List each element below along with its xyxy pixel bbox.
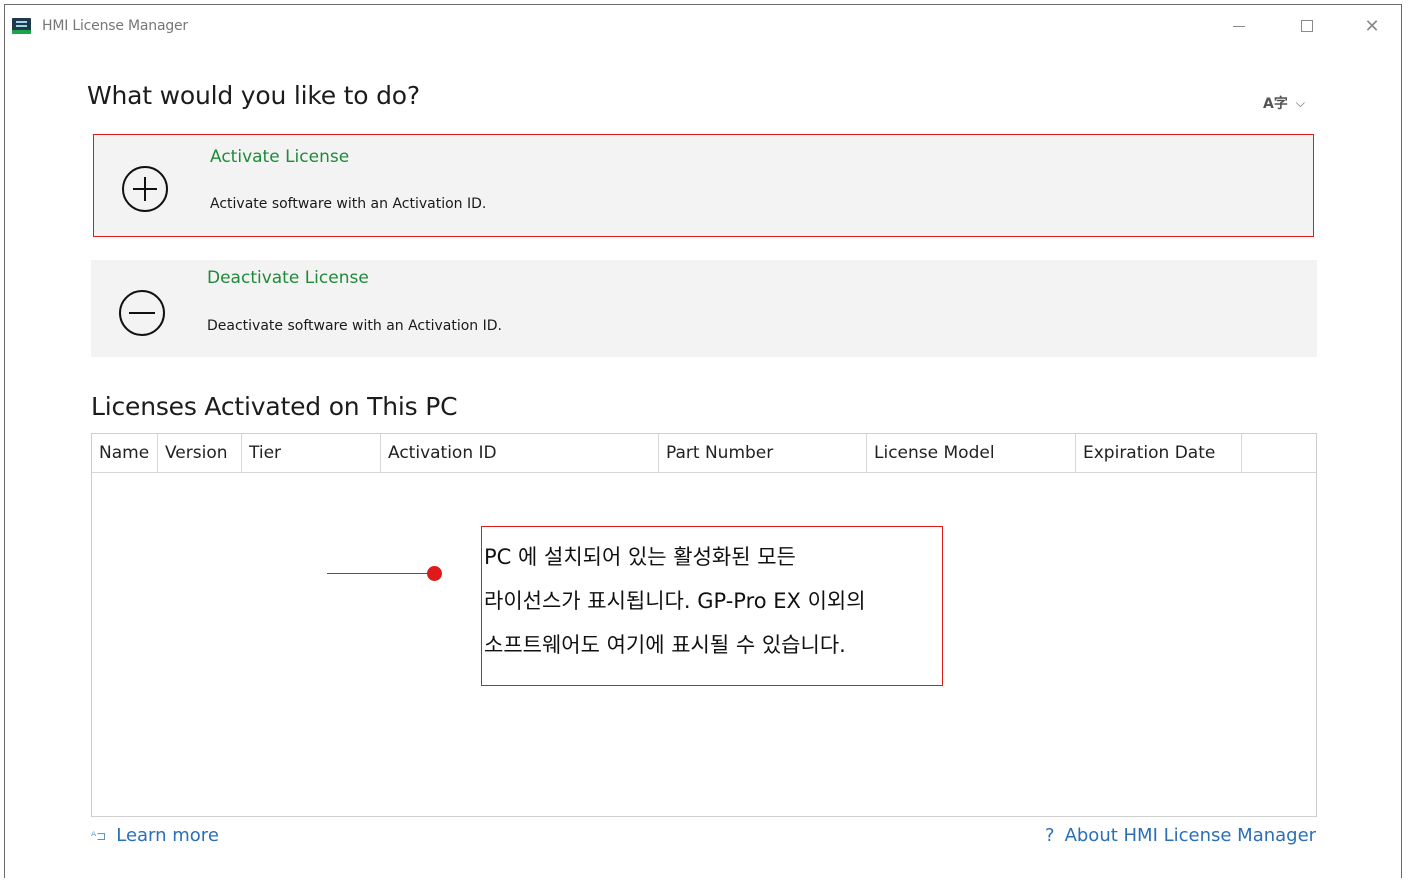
maximize-icon: [1301, 20, 1313, 32]
close-button[interactable]: ✕: [1357, 13, 1387, 39]
column-header-activation-id[interactable]: Activation ID: [381, 434, 659, 472]
deactivate-license-title: Deactivate License: [207, 268, 369, 288]
app-window: HMI License Manager ✕ What would you lik…: [4, 4, 1402, 878]
learn-more-link[interactable]: ᴬ⊐ Learn more: [91, 825, 219, 846]
deactivate-license-button[interactable]: Deactivate License Deactivate software w…: [91, 260, 1317, 357]
close-icon: ✕: [1364, 15, 1380, 37]
page-title: What would you like to do?: [87, 81, 420, 110]
column-header-filler: [1242, 434, 1316, 472]
deactivate-license-description: Deactivate software with an Activation I…: [207, 318, 502, 334]
minimize-icon: [1233, 25, 1245, 27]
minus-circle-icon: [119, 290, 165, 336]
chevron-down-icon: ⌵: [1295, 95, 1305, 110]
activate-license-description: Activate software with an Activation ID.: [210, 196, 487, 212]
learn-more-icon: ᴬ⊐: [91, 828, 107, 843]
column-header-part-number[interactable]: Part Number: [659, 434, 867, 472]
column-header-license-model[interactable]: License Model: [867, 434, 1076, 472]
about-link[interactable]: ? About HMI License Manager: [1045, 825, 1316, 846]
about-label: About HMI License Manager: [1064, 825, 1317, 846]
column-header-expiration-date[interactable]: Expiration Date: [1076, 434, 1242, 472]
language-icon: A字: [1263, 96, 1288, 112]
annotation-line: 소프트웨어도 여기에 표시될 수 있습니다.: [484, 633, 846, 657]
minimize-button[interactable]: [1224, 13, 1254, 39]
column-header-version[interactable]: Version: [158, 434, 242, 472]
callout-pointer-dot: [427, 566, 442, 581]
table-header: Name Version Tier Activation ID Part Num…: [92, 434, 1316, 473]
learn-more-label: Learn more: [116, 825, 219, 846]
language-selector[interactable]: A字 ⌵: [1263, 93, 1305, 113]
window-title: HMI License Manager: [42, 18, 188, 34]
callout-pointer-line: [327, 573, 433, 574]
column-header-tier[interactable]: Tier: [242, 434, 381, 472]
help-icon: ?: [1045, 825, 1055, 846]
annotation-callout: PC 에 설치되어 있는 활성화된 모든 라이선스가 표시됩니다. GP-Pro…: [481, 526, 943, 686]
title-bar[interactable]: HMI License Manager ✕: [5, 5, 1401, 45]
plus-circle-icon: [122, 166, 168, 212]
annotation-line: PC 에 설치되어 있는 활성화된 모든: [484, 545, 796, 569]
activate-license-title: Activate License: [210, 147, 350, 167]
annotation-line: 라이선스가 표시됩니다. GP-Pro EX 이외의: [484, 589, 866, 613]
column-header-name[interactable]: Name: [92, 434, 158, 472]
licenses-heading: Licenses Activated on This PC: [91, 392, 458, 421]
app-logo-icon: [12, 18, 31, 34]
activate-license-button[interactable]: Activate License Activate software with …: [93, 134, 1314, 237]
maximize-button[interactable]: [1292, 13, 1322, 39]
